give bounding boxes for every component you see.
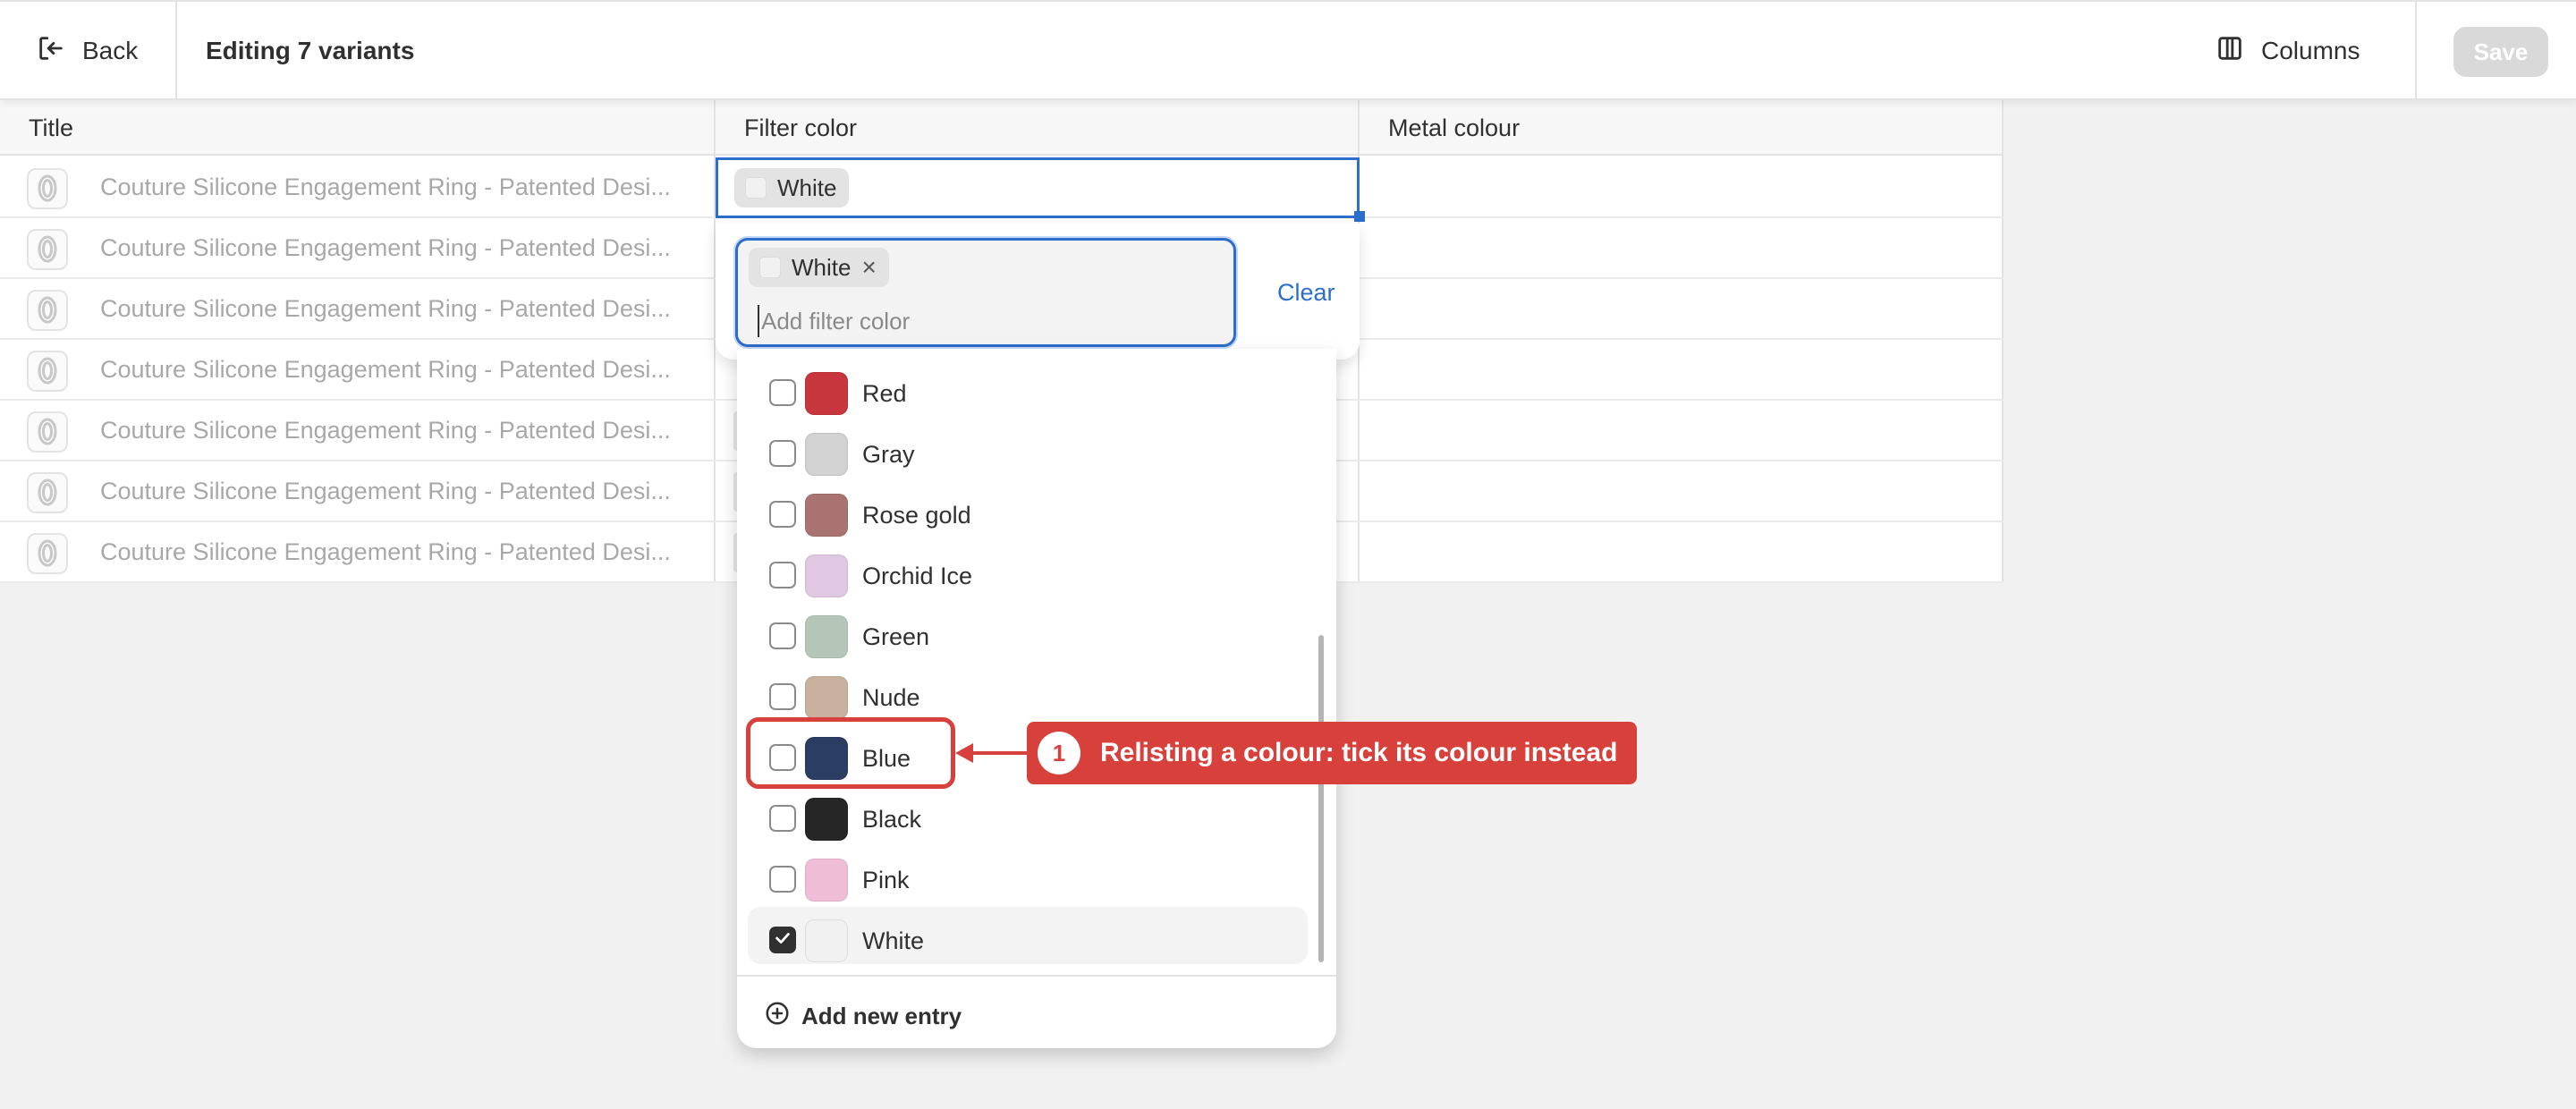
ring-icon [34,475,61,512]
ring-icon [34,414,61,451]
color-swatch-icon [805,372,848,415]
dropdown-divider [737,975,1336,977]
scrollbar[interactable] [1318,635,1324,962]
top-bar: Back Editing 7 variants Columns Save [0,0,2576,100]
color-option-label: Pink [862,866,910,893]
save-button[interactable]: Save [2453,27,2548,77]
color-option-nude[interactable]: Nude [748,664,1308,721]
columns-button[interactable]: Columns [2215,2,2360,100]
checkbox[interactable] [769,683,796,710]
variant-title-cell[interactable]: Couture Silicone Engagement Ring - Paten… [100,157,691,216]
checkbox[interactable] [769,927,796,953]
white-swatch-icon [745,177,767,199]
color-swatch-icon [805,919,848,962]
checkbox[interactable] [769,562,796,588]
product-thumbnail [27,351,68,392]
ring-icon [34,292,61,329]
columns-label: Columns [2261,37,2360,64]
color-option-label: Black [862,805,922,833]
add-new-entry-label: Add new entry [801,1002,962,1029]
remove-tag-icon[interactable]: × [861,255,876,280]
columns-icon [2215,33,2245,70]
color-option-pink[interactable]: Pink [748,846,1308,903]
color-option-label: Gray [862,440,915,468]
color-swatch-icon [805,433,848,476]
color-option-black[interactable]: Black [748,785,1308,842]
color-option-green[interactable]: Green [748,603,1308,660]
variant-title-cell[interactable]: Couture Silicone Engagement Ring - Paten… [100,340,691,399]
filter-color-tag: White [734,168,850,207]
color-option-red[interactable]: Red [748,360,1308,417]
color-option-label: Green [862,622,930,650]
page-title: Editing 7 variants [206,37,415,64]
checkbox[interactable] [769,622,796,649]
color-swatch-icon [805,798,848,841]
color-swatch-icon [805,494,848,537]
column-header-filter-color[interactable]: Filter color [716,100,857,156]
annotation-number: 1 [1038,732,1080,775]
product-thumbnail [27,290,68,331]
color-option-label: Red [862,379,907,407]
ring-icon [34,353,61,390]
annotation-text: Relisting a colour: tick its colour inst… [1100,738,1618,767]
checkmark-icon [773,928,792,952]
filter-color-combobox[interactable]: White × [735,238,1236,347]
filter-color-cell-active[interactable]: White [716,157,1360,218]
ring-icon [34,171,61,207]
variant-title-cell[interactable]: Couture Silicone Engagement Ring - Paten… [100,522,691,581]
back-label: Back [82,37,139,64]
annotation-callout: 1 Relisting a colour: tick its colour in… [1027,722,1637,784]
color-swatch-icon [805,554,848,597]
topbar-divider [2415,2,2417,100]
checkbox[interactable] [769,866,796,893]
color-option-gray[interactable]: Gray [748,420,1308,478]
variant-title-cell[interactable]: Couture Silicone Engagement Ring - Paten… [100,461,691,521]
checkbox[interactable] [769,440,796,467]
color-swatch-icon [805,859,848,902]
product-thumbnail [27,472,68,513]
color-swatch-icon [805,615,848,658]
clear-button[interactable]: Clear [1277,279,1335,307]
color-option-rose-gold[interactable]: Rose gold [748,481,1308,538]
variant-title-cell[interactable]: Couture Silicone Engagement Ring - Paten… [100,401,691,460]
exit-icon [36,33,66,70]
grid-header: Title Filter color Metal colour [0,100,2004,156]
selected-tag-label: White [792,253,852,281]
column-header-title[interactable]: Title [0,100,73,156]
annotation-arrow-head [955,743,973,763]
product-thumbnail [27,229,68,270]
cell-fill-handle[interactable] [1354,211,1365,222]
variant-title-cell[interactable]: Couture Silicone Engagement Ring - Paten… [100,279,691,338]
ring-icon [34,536,61,572]
checkbox[interactable] [769,805,796,832]
product-thumbnail [27,411,68,453]
white-swatch-icon [759,257,781,278]
plus-circle-icon [764,1000,791,1033]
annotation-arrow [971,751,1029,755]
color-swatch-icon [805,676,848,719]
color-option-white[interactable]: White [748,907,1308,964]
product-thumbnail [27,533,68,574]
checkbox[interactable] [769,379,796,406]
back-button[interactable]: Back [0,2,177,100]
annotation-highlight [746,717,955,789]
selected-tag: White × [749,248,889,287]
color-option-label: Orchid Ice [862,562,973,589]
filter-color-tag-label: White [777,174,837,201]
color-option-label: Rose gold [862,501,971,529]
add-new-entry-button[interactable]: Add new entry [764,995,962,1037]
color-options-list: Red Gray Rose gold Orchid Ice Green Nude Blue B… [737,349,1336,1048]
checkbox[interactable] [769,501,796,528]
add-filter-color-input[interactable] [758,305,1187,337]
variant-title-cell[interactable]: Couture Silicone Engagement Ring - Paten… [100,218,691,277]
filter-color-popover: White × Clear [716,224,1360,360]
ring-icon [34,232,61,268]
column-header-metal-colour[interactable]: Metal colour [1360,100,1520,156]
color-option-orchid-ice[interactable]: Orchid Ice [748,542,1308,599]
color-option-label: White [862,927,925,954]
product-thumbnail [27,168,68,209]
